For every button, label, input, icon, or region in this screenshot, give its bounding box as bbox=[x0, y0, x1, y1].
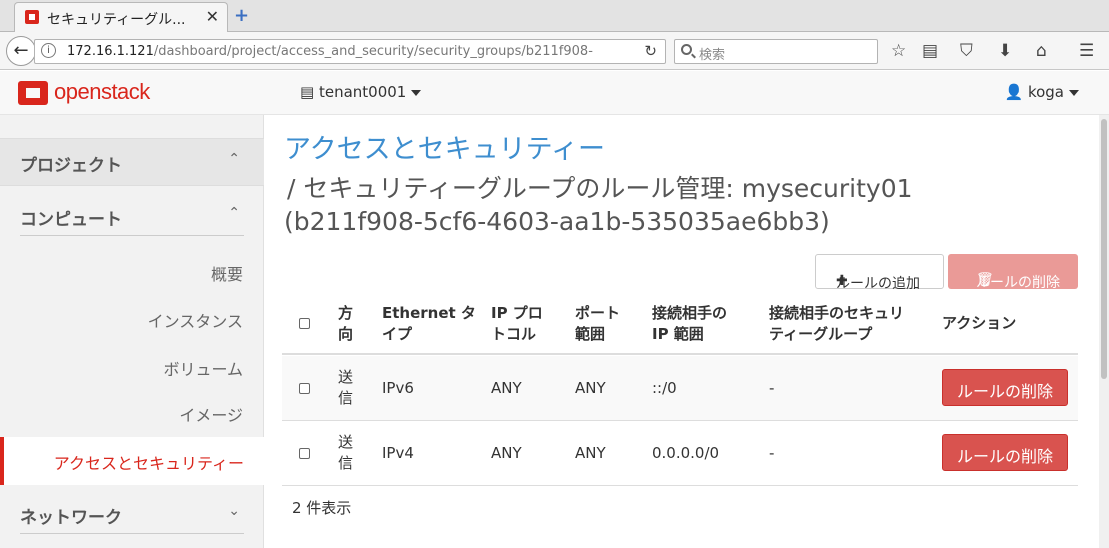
table-header: 方向 Ethernet タイプ IP プロ トコル ポート 範囲 接続相手の IP 範… bbox=[282, 293, 1078, 355]
chevron-up-icon: ⌃ bbox=[228, 205, 240, 221]
col-actions: アクション bbox=[942, 314, 1017, 332]
cell-direction: 送信 bbox=[338, 368, 354, 407]
cell-ethertype: IPv6 bbox=[382, 379, 414, 397]
sidebar-active-label: アクセスとセキュリティー bbox=[53, 454, 244, 473]
row-checkbox[interactable] bbox=[299, 448, 310, 459]
col-remote-ip[interactable]: 接続相手の IP 範囲 bbox=[652, 303, 727, 345]
main-content: アクセスとセキュリティー / セキュリティーグループのルール管理: mysecu… bbox=[265, 115, 1099, 548]
cell-port: ANY bbox=[575, 444, 606, 462]
pocket-icon[interactable]: ⛉ bbox=[960, 41, 973, 61]
chevron-down-icon: ⌄ bbox=[228, 503, 240, 519]
home-icon[interactable]: ⌂ bbox=[1036, 41, 1047, 61]
openstack-favicon-icon bbox=[25, 10, 39, 24]
url-host: 172.16.1.121 bbox=[67, 44, 154, 59]
add-rule-label: ルールの追加 bbox=[836, 276, 920, 292]
cell-remote-ip: ::/0 bbox=[652, 379, 677, 397]
cell-ethertype: IPv4 bbox=[382, 444, 414, 462]
divider bbox=[20, 533, 244, 534]
cell-port: ANY bbox=[575, 379, 606, 397]
caret-down-icon bbox=[411, 89, 422, 96]
download-icon[interactable]: ⬇ bbox=[998, 41, 1012, 61]
search-input[interactable]: 検索 bbox=[674, 39, 878, 64]
add-rule-button[interactable]: ✚ ルールの追加 bbox=[815, 254, 944, 292]
search-placeholder: 検索 bbox=[699, 48, 726, 63]
col-port[interactable]: ポート 範囲 bbox=[575, 303, 620, 345]
url-path: /dashboard/project/access_and_security/s… bbox=[153, 44, 593, 59]
divider bbox=[20, 235, 244, 236]
scrollbar-thumb[interactable] bbox=[1101, 119, 1107, 379]
server-icon: ▤ bbox=[300, 83, 319, 101]
cell-remote-group: - bbox=[769, 444, 775, 462]
page-title-id: (b211f908-5cf6-4603-aa1b-535035ae6bb3) bbox=[284, 207, 830, 236]
col-remote-group[interactable]: 接続相手のセキュリ ティーグループ bbox=[769, 303, 904, 345]
url-bar[interactable]: i 172.16.1.121/dashboard/project/access_… bbox=[34, 39, 666, 64]
user-icon: 👤 bbox=[1004, 83, 1028, 101]
sidebar-item-volumes[interactable]: ボリューム bbox=[163, 356, 243, 380]
sidebar-project-label: プロジェクト bbox=[20, 156, 122, 176]
browser-tab[interactable]: セキュリティーグル... ✕ bbox=[14, 2, 228, 32]
sidebar-network-label: ネットワーク bbox=[20, 508, 122, 528]
search-icon bbox=[681, 44, 692, 55]
item-count: 2 件表示 bbox=[292, 499, 352, 517]
sidebar: プロジェクト ⌃ コンピュート ⌃ 概要 インスタンス ボリューム イメージ ア… bbox=[0, 115, 264, 548]
caret-down-icon bbox=[1069, 89, 1079, 96]
col-ethertype[interactable]: Ethernet タイプ bbox=[382, 303, 476, 345]
sidebar-item-access-security[interactable]: アクセスとセキュリティー bbox=[0, 437, 264, 485]
delete-rules-label: ルールの削除 bbox=[976, 275, 1060, 291]
sidebar-section-project[interactable]: プロジェクト ⌃ bbox=[0, 138, 264, 186]
browser-navbar: ← i 172.16.1.121/dashboard/project/acces… bbox=[0, 32, 1109, 70]
delete-rule-button[interactable]: ルールの削除 bbox=[942, 434, 1068, 471]
cell-remote-group: - bbox=[769, 379, 775, 397]
sidebar-item-images[interactable]: イメージ bbox=[179, 402, 243, 426]
sidebar-section-network[interactable]: ネットワーク ⌄ bbox=[0, 491, 264, 539]
tenant-dropdown[interactable]: ▤ tenant0001 bbox=[300, 83, 422, 101]
bookmark-star-icon[interactable]: ☆ bbox=[891, 41, 906, 61]
page-title: / セキュリティーグループのルール管理: mysecurity01 bbox=[287, 174, 913, 203]
table-row: 送信 IPv6 ANY ANY ::/0 - ルールの削除 bbox=[282, 356, 1078, 421]
cell-remote-ip: 0.0.0.0/0 bbox=[652, 444, 720, 462]
delete-rules-button[interactable]: 🗑 ルールの削除 bbox=[948, 254, 1078, 291]
hamburger-menu-icon[interactable]: ☰ bbox=[1079, 41, 1094, 61]
sidebar-item-instances[interactable]: インスタンス bbox=[148, 308, 243, 332]
tenant-label: tenant0001 bbox=[318, 83, 407, 101]
breadcrumb-link[interactable]: アクセスとセキュリティー bbox=[284, 127, 605, 166]
back-arrow-icon[interactable]: ← bbox=[6, 36, 36, 66]
sidebar-compute-label: コンピュート bbox=[20, 210, 122, 230]
col-direction[interactable]: 方向 bbox=[338, 303, 353, 345]
cell-protocol: ANY bbox=[491, 444, 522, 462]
info-icon[interactable]: i bbox=[41, 43, 56, 58]
browser-tab-bar: セキュリティーグル... ✕ + bbox=[0, 0, 1109, 32]
row-checkbox[interactable] bbox=[299, 383, 310, 394]
select-all-checkbox[interactable] bbox=[299, 318, 310, 329]
new-tab-icon[interactable]: + bbox=[234, 5, 249, 26]
tab-title: セキュリティーグル... bbox=[47, 12, 186, 28]
cell-protocol: ANY bbox=[491, 379, 522, 397]
chevron-up-icon: ⌃ bbox=[228, 151, 240, 167]
user-dropdown[interactable]: 👤 koga bbox=[1004, 83, 1079, 101]
delete-rule-button[interactable]: ルールの削除 bbox=[942, 369, 1068, 406]
openstack-logo-icon[interactable] bbox=[18, 81, 48, 105]
reader-list-icon[interactable]: ▤ bbox=[922, 41, 938, 61]
cell-direction: 送信 bbox=[338, 433, 354, 472]
openstack-header: openstack ▤ tenant0001 👤 koga bbox=[0, 71, 1109, 115]
page-scrollbar[interactable] bbox=[1099, 115, 1109, 548]
close-tab-icon[interactable]: ✕ bbox=[206, 7, 219, 26]
user-label: koga bbox=[1027, 83, 1064, 101]
table-row: 送信 IPv4 ANY ANY 0.0.0.0/0 - ルールの削除 bbox=[282, 421, 1078, 486]
sidebar-item-overview[interactable]: 概要 bbox=[211, 261, 243, 285]
url-text: 172.16.1.121/dashboard/project/access_an… bbox=[67, 44, 593, 59]
reload-icon[interactable]: ↻ bbox=[644, 42, 657, 60]
sidebar-section-compute[interactable]: コンピュート ⌃ bbox=[0, 193, 264, 241]
col-protocol[interactable]: IP プロ トコル bbox=[491, 303, 543, 345]
logo-text[interactable]: openstack bbox=[54, 79, 150, 105]
